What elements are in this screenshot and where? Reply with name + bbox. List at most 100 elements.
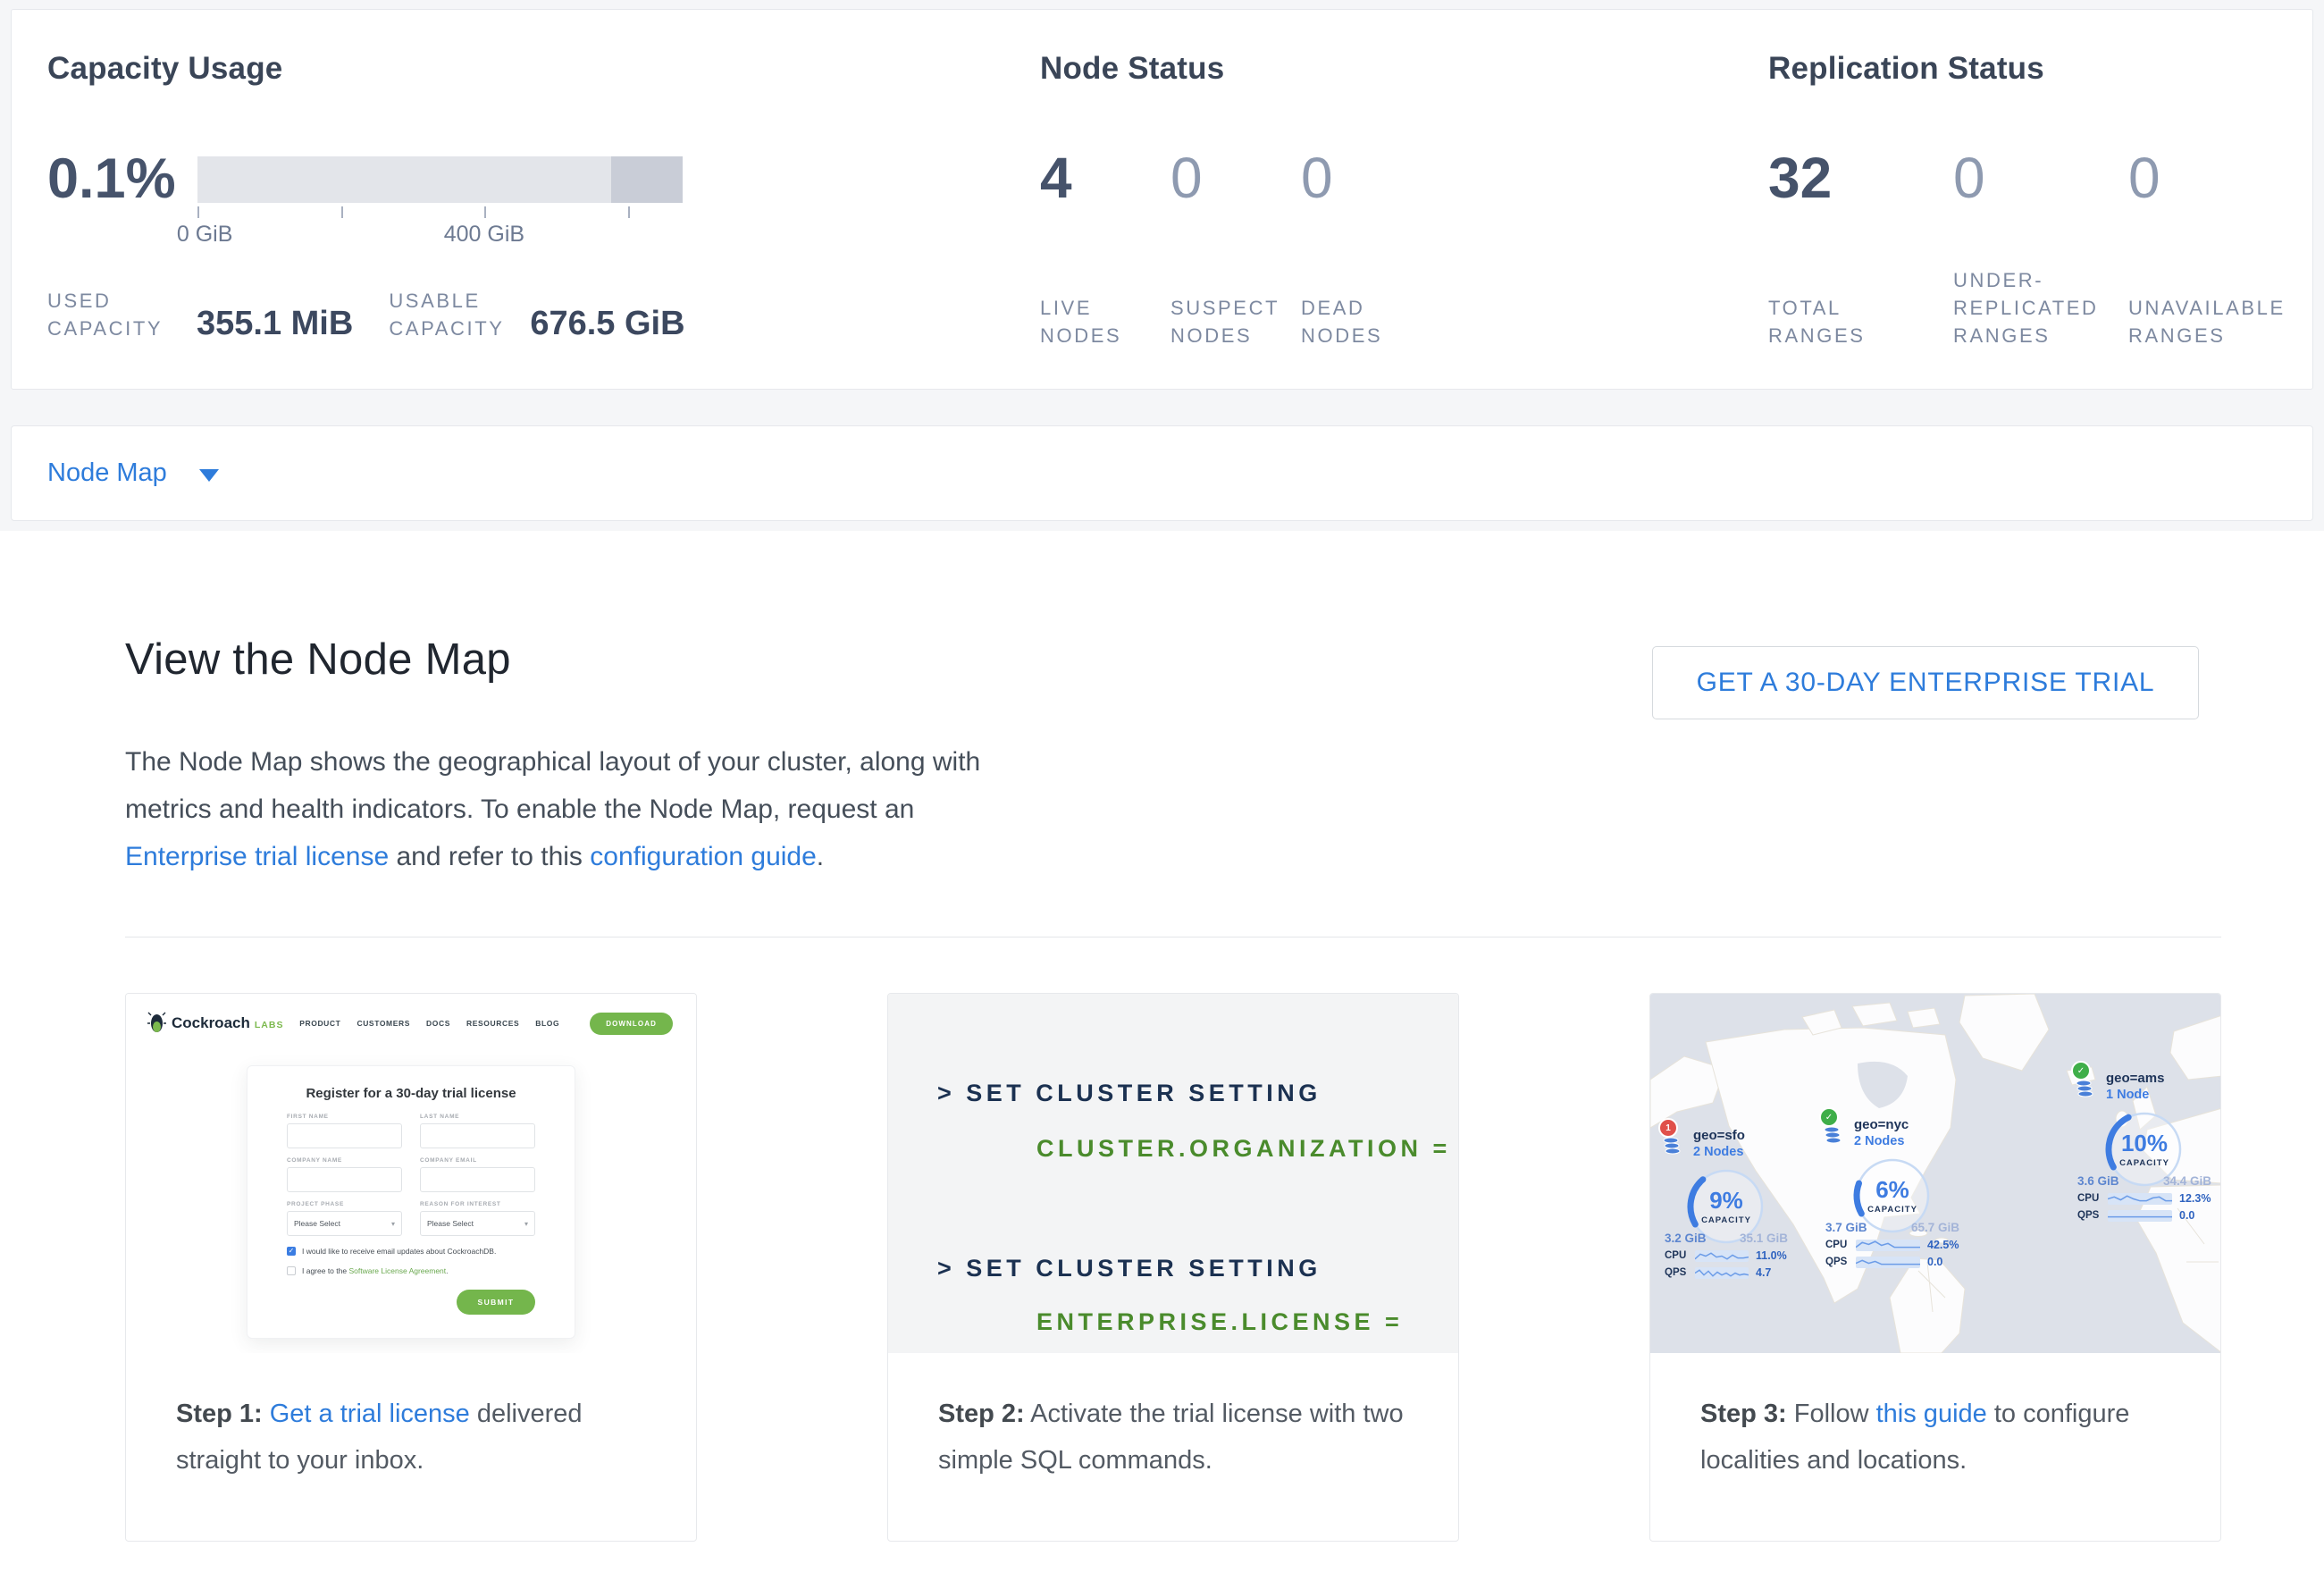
locality-name: geo=sfo [1693,1128,1788,1144]
cluster-summary-panel: Capacity Usage 0.1% 0 GiB 400 GiB US [11,9,2313,390]
configuration-guide-link[interactable]: configuration guide [590,842,817,871]
mini-trial-form: Register for a 30-day trial license FIRS… [247,1065,575,1339]
mini-checkbox-row-updates: ✓ I would like to receive email updates … [287,1247,535,1256]
capacity-usage-group: Capacity Usage 0.1% 0 GiB 400 GiB US [47,51,994,87]
locality-ams: ✓ geo=ams 1 Node 10% CAP [2077,1071,2211,1222]
step3-card: 1 geo=sfo 2 Nodes 9% CAP [1649,993,2221,1542]
capacity-bar: 0 GiB 400 GiB [197,156,683,248]
qps-metric-row: QPS 0.0 [1825,1256,1959,1268]
svg-text:9%: 9% [1709,1187,1743,1214]
used-capacity-label: USED CAPACITY [47,287,168,342]
view-selector-label[interactable]: Node Map [47,458,167,488]
used-capacity: 3.2 GiB [1665,1232,1707,1245]
capacity-axis-labels: 0 GiB 400 GiB [197,222,683,248]
sql-line: > SET CLUSTER SETTING [937,1255,1321,1282]
cpu-metric-row: CPU 42.5% [1825,1239,1959,1251]
database-nodes-icon [1824,1124,1847,1148]
mini-select: Please Select▾ [287,1211,402,1236]
page-title: View the Node Map [125,635,511,685]
axis-tick [341,206,343,218]
suspect-nodes-label: SUSPECT NODES [1170,294,1279,349]
capacity-stats-row: USED CAPACITY 355.1 MiB USABLE CAPACITY … [47,287,685,342]
usable-capacity-label: USABLE CAPACITY [389,287,514,342]
cpu-metric-row: CPU 12.3% [2077,1192,2211,1205]
capacity-bar-track [197,156,683,203]
replication-status-title: Replication Status [1768,51,2044,87]
total-capacity: 35.1 GiB [1740,1232,1788,1245]
intro-paragraph: The Node Map shows the geographical layo… [125,738,983,880]
qps-sparkline [1856,1257,1920,1268]
mini-site-brand: Cockroach LABS [172,1014,283,1032]
locality-sfo: 1 geo=sfo 2 Nodes 9% CAP [1665,1128,1788,1279]
intro-text: The Node Map shows the geographical layo… [125,747,980,824]
mini-site-nav: PRODUCT CUSTOMERS DOCS RESOURCES BLOG DO… [299,1013,673,1035]
replication-columns: 32 TOTAL RANGES 0 UNDER-REPLICATED RANGE… [1768,146,2298,349]
chevron-down-icon: ▾ [391,1220,395,1228]
used-capacity: 3.6 GiB [2077,1174,2119,1188]
locality-name: geo=nyc [1854,1117,1959,1133]
locality-node-count: 2 Nodes [1854,1133,1959,1149]
total-ranges-value: 32 [1768,146,1953,210]
database-nodes-icon [2076,1078,2099,1101]
live-nodes-stat: 4 LIVE NODES [1040,146,1170,349]
enterprise-trial-license-link[interactable]: Enterprise trial license [125,842,389,871]
checkbox-checked-icon: ✓ [287,1247,296,1256]
capacity-percent: 0.1% [47,147,176,210]
axis-tick [197,206,199,218]
chevron-down-icon [199,469,219,482]
replication-status-group: Replication Status 32 TOTAL RANGES 0 UND… [1768,51,2044,87]
mini-nav-item: BLOG [535,1019,559,1028]
cockroach-logo-icon [147,1012,166,1035]
mini-text-input [287,1123,402,1148]
qps-sparkline [2108,1210,2172,1222]
checkbox-empty-icon [287,1266,296,1275]
suspect-nodes-value: 0 [1170,146,1301,210]
alert-badge-icon: 1 [1658,1118,1678,1138]
total-ranges-label: TOTAL RANGES [1768,294,1867,349]
svg-text:10%: 10% [2121,1130,2168,1156]
get-trial-license-link[interactable]: Get a trial license [270,1400,470,1428]
usable-capacity-value: 676.5 GiB [530,305,684,342]
mini-field: FIRST NAME [287,1114,402,1148]
locality-node-count: 2 Nodes [1693,1144,1788,1160]
mini-text-input [420,1123,535,1148]
qps-metric-row: QPS 4.7 [1665,1266,1788,1279]
get-enterprise-trial-button[interactable]: GET A 30-DAY ENTERPRISE TRIAL [1652,646,2199,719]
total-capacity: 65.7 GiB [1911,1221,1959,1234]
this-guide-link[interactable]: this guide [1876,1400,1987,1428]
cpu-sparkline [2108,1193,2172,1205]
svg-text:6%: 6% [1875,1176,1909,1203]
under-replicated-label: UNDER-REPLICATED RANGES [1953,266,2114,349]
mini-checkbox-row-license: I agree to the Software License Agreemen… [287,1266,535,1275]
healthy-check-icon: ✓ [2071,1061,2091,1080]
locality-nyc: ✓ geo=nyc 2 Nodes 6% CAP [1825,1117,1959,1268]
view-selector-bar[interactable]: Node Map [11,425,2313,521]
mini-license-link: Software License Agreement [348,1266,446,1275]
mini-nav-item: DOCS [426,1019,450,1028]
mini-submit-button: SUBMIT [457,1290,535,1315]
mini-field: PROJECT PHASE Please Select▾ [287,1201,402,1236]
node-status-group: Node Status 4 LIVE NODES 0 SUSPECT NODES… [1040,51,1224,87]
mini-text-input [420,1167,535,1192]
step2-caption: Step 2: Activate the trial license with … [888,1353,1458,1484]
intro-text: and refer to this [396,842,582,871]
mini-text-input [287,1167,402,1192]
qps-sparkline [1695,1267,1749,1279]
under-replicated-stat: 0 UNDER-REPLICATED RANGES [1953,146,2128,349]
total-capacity: 34.4 GiB [2163,1174,2211,1188]
suspect-nodes-stat: 0 SUSPECT NODES [1170,146,1301,349]
mini-download-button: DOWNLOAD [590,1013,673,1035]
svg-text:CAPACITY: CAPACITY [1867,1205,1917,1215]
database-nodes-icon [1663,1135,1686,1158]
capacity-bar-nonusable-segment [611,156,683,203]
axis-tick [484,206,486,218]
node-map-preview: 1 geo=sfo 2 Nodes 9% CAP [1650,994,2220,1353]
svg-text:CAPACITY: CAPACITY [2119,1158,2169,1168]
mini-form-title: Register for a 30-day trial license [287,1086,535,1101]
locality-node-count: 1 Node [2106,1087,2211,1103]
mini-field: COMPANY NAME [287,1157,402,1192]
mini-nav-item: PRODUCT [299,1019,340,1028]
mini-field: REASON FOR INTEREST Please Select▾ [420,1201,535,1236]
step1-caption: Step 1: Get a trial license delivered st… [126,1353,696,1484]
step-number: Step 2: [938,1400,1025,1428]
